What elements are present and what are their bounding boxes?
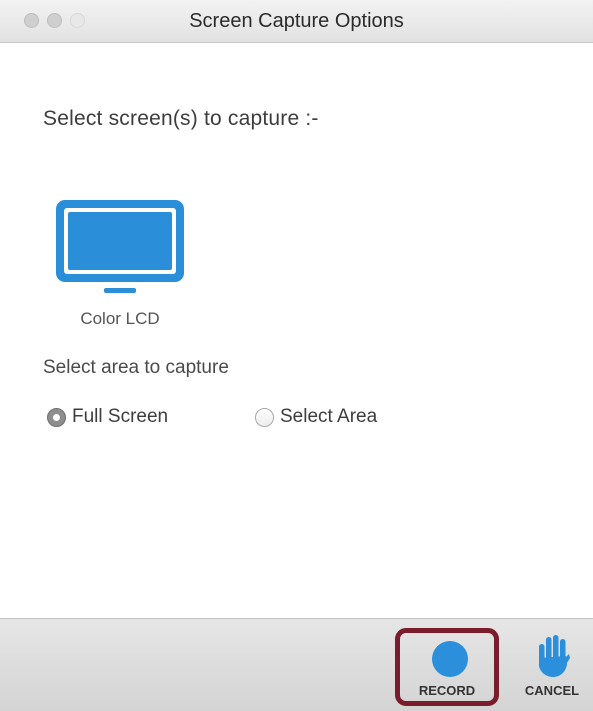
- radio-checked-icon: [47, 407, 66, 427]
- title-bar: Screen Capture Options: [0, 0, 593, 43]
- radio-unchecked-icon: [255, 407, 274, 427]
- screen-label: Color LCD: [80, 309, 160, 328]
- select-area-label: Select area to capture: [43, 357, 229, 378]
- record-label: RECORD: [418, 683, 476, 698]
- window-title: Screen Capture Options: [189, 10, 404, 32]
- full-screen-radio[interactable]: Full Screen: [47, 406, 168, 428]
- cancel-label: CANCEL: [524, 683, 580, 698]
- select-area-radio[interactable]: Select Area: [255, 406, 377, 428]
- record-icon: [432, 641, 468, 677]
- footer-toolbar: [0, 618, 593, 711]
- monitor-icon: [56, 200, 184, 293]
- select-screens-heading: Select screen(s) to capture :-: [43, 107, 319, 130]
- full-screen-label: Full Screen: [72, 406, 169, 427]
- select-area-option-label: Select Area: [280, 406, 378, 427]
- cancel-button[interactable]: CANCEL: [516, 628, 588, 706]
- screen-capture-options-window: Screen Capture Options Select screen(s) …: [0, 0, 593, 711]
- hand-stop-icon: [539, 635, 570, 677]
- record-button[interactable]: RECORD: [395, 628, 499, 706]
